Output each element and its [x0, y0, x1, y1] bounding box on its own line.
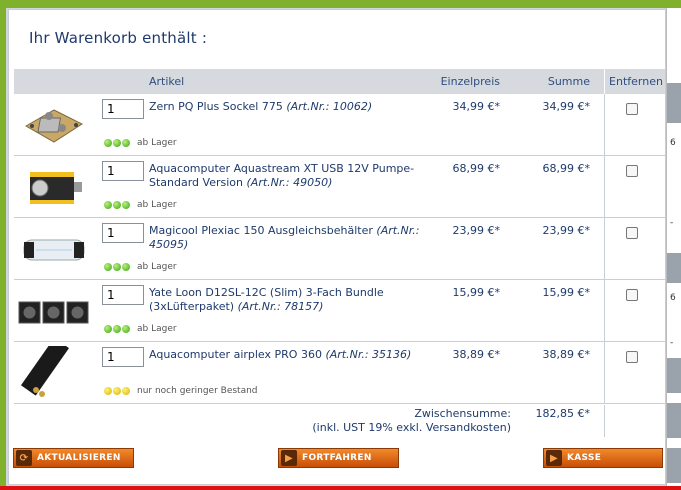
- cart-table-header: Artikel Einzelpreis Summe Entfernen: [14, 69, 665, 94]
- stock-indicator-icon: [104, 139, 112, 147]
- subtotal-value: 182,85 €*: [535, 407, 590, 420]
- page-top-bar: [0, 0, 681, 8]
- availability: nur noch geringer Bestand: [104, 386, 258, 396]
- pump-icon[interactable]: [16, 160, 92, 214]
- page-left-bar: [0, 0, 6, 490]
- stock-indicator-icon: [104, 201, 112, 209]
- stock-indicator-icon: [104, 325, 112, 333]
- update-button-label: AKTUALISIEREN: [37, 453, 121, 463]
- checkout-button[interactable]: ▶ KASSE: [543, 448, 663, 468]
- stock-indicator-icon: [122, 201, 130, 209]
- fans-icon[interactable]: [16, 284, 92, 338]
- stock-indicator-icon: [113, 387, 121, 395]
- stock-indicator-icon: [122, 263, 130, 271]
- cart-totals: Zwischensumme: (inkl. UST 19% exkl. Vers…: [14, 405, 665, 437]
- reservoir-icon[interactable]: [16, 222, 92, 276]
- header-remove: Entfernen: [609, 75, 663, 88]
- refresh-icon: ⟳: [16, 450, 32, 466]
- row-sum: 23,99 €*: [542, 224, 591, 237]
- header-article: Artikel: [149, 75, 185, 88]
- product-name-link[interactable]: Zern PQ Plus Sockel 775 (Art.Nr.: 10062): [149, 100, 449, 114]
- subtotal-label: Zwischensumme:: [414, 407, 511, 420]
- cart-row: Aquacomputer airplex PRO 360 (Art.Nr.: 3…: [14, 337, 665, 404]
- background-page-strip: 6 - 6 -: [666, 8, 681, 486]
- quantity-input[interactable]: [102, 285, 144, 305]
- stock-indicator-icon: [104, 387, 112, 395]
- update-button[interactable]: ⟳ AKTUALISIEREN: [13, 448, 134, 468]
- remove-checkbox[interactable]: [626, 227, 638, 239]
- product-name-link[interactable]: Aquacomputer airplex PRO 360 (Art.Nr.: 3…: [149, 348, 449, 362]
- cart-row: Magicool Plexiac 150 Ausgleichsbehälter …: [14, 218, 665, 280]
- stock-indicator-icon: [122, 325, 130, 333]
- availability: ab Lager: [104, 138, 177, 148]
- remove-checkbox[interactable]: [626, 103, 638, 115]
- remove-checkbox[interactable]: [626, 165, 638, 177]
- cart-table: Artikel Einzelpreis Summe Entfernen Zern…: [14, 69, 665, 404]
- radiator-icon[interactable]: [16, 337, 92, 400]
- cart-row: Zern PQ Plus Sockel 775 (Art.Nr.: 10062)…: [14, 94, 665, 156]
- cpu-waterblock-icon[interactable]: [16, 98, 92, 152]
- product-name-link[interactable]: Magicool Plexiac 150 Ausgleichsbehälter …: [149, 224, 449, 252]
- stock-indicator-icon: [122, 139, 130, 147]
- continue-button-label: FORTFAHREN: [302, 453, 372, 463]
- tax-note: (inkl. UST 19% exkl. Versandkosten): [312, 421, 511, 434]
- cart-row: Aquacomputer Aquastream XT USB 12V Pumpe…: [14, 156, 665, 218]
- unit-price: 68,99 €*: [452, 162, 501, 175]
- arrow-right-icon: ▶: [281, 450, 297, 466]
- product-name-link[interactable]: Yate Loon D12SL-12C (Slim) 3-Fach Bundle…: [149, 286, 449, 314]
- unit-price: 34,99 €*: [452, 100, 501, 113]
- cart-row: Yate Loon D12SL-12C (Slim) 3-Fach Bundle…: [14, 280, 665, 342]
- row-sum: 15,99 €*: [542, 286, 591, 299]
- quantity-input[interactable]: [102, 99, 144, 119]
- header-unit-price: Einzelpreis: [440, 75, 500, 88]
- cart-title: Ihr Warenkorb enthält :: [29, 29, 208, 47]
- quantity-input[interactable]: [102, 347, 144, 367]
- availability: ab Lager: [104, 200, 177, 210]
- header-sum: Summe: [547, 75, 590, 88]
- cart-dialog: Ihr Warenkorb enthält : Artikel Einzelpr…: [8, 9, 666, 485]
- arrow-right-icon: ▶: [546, 450, 562, 466]
- stock-indicator-icon: [113, 201, 121, 209]
- checkout-button-label: KASSE: [567, 453, 602, 463]
- row-sum: 34,99 €*: [542, 100, 591, 113]
- page-bottom-bar: [0, 486, 681, 490]
- unit-price: 23,99 €*: [452, 224, 501, 237]
- row-sum: 38,89 €*: [542, 348, 591, 361]
- stock-indicator-icon: [113, 263, 121, 271]
- stock-indicator-icon: [113, 139, 121, 147]
- unit-price: 38,89 €*: [452, 348, 501, 361]
- quantity-input[interactable]: [102, 223, 144, 243]
- remove-checkbox[interactable]: [626, 289, 638, 301]
- quantity-input[interactable]: [102, 161, 144, 181]
- shipping-costs-link[interactable]: Versandkosten: [426, 421, 507, 434]
- totals-label: Zwischensumme: (inkl. UST 19% exkl. Vers…: [312, 407, 511, 435]
- stock-indicator-icon: [104, 263, 112, 271]
- continue-button[interactable]: ▶ FORTFAHREN: [278, 448, 399, 468]
- remove-checkbox[interactable]: [626, 351, 638, 363]
- availability: ab Lager: [104, 324, 177, 334]
- stock-indicator-icon: [122, 387, 130, 395]
- availability: ab Lager: [104, 262, 177, 272]
- row-sum: 68,99 €*: [542, 162, 591, 175]
- product-name-link[interactable]: Aquacomputer Aquastream XT USB 12V Pumpe…: [149, 162, 449, 190]
- unit-price: 15,99 €*: [452, 286, 501, 299]
- stock-indicator-icon: [113, 325, 121, 333]
